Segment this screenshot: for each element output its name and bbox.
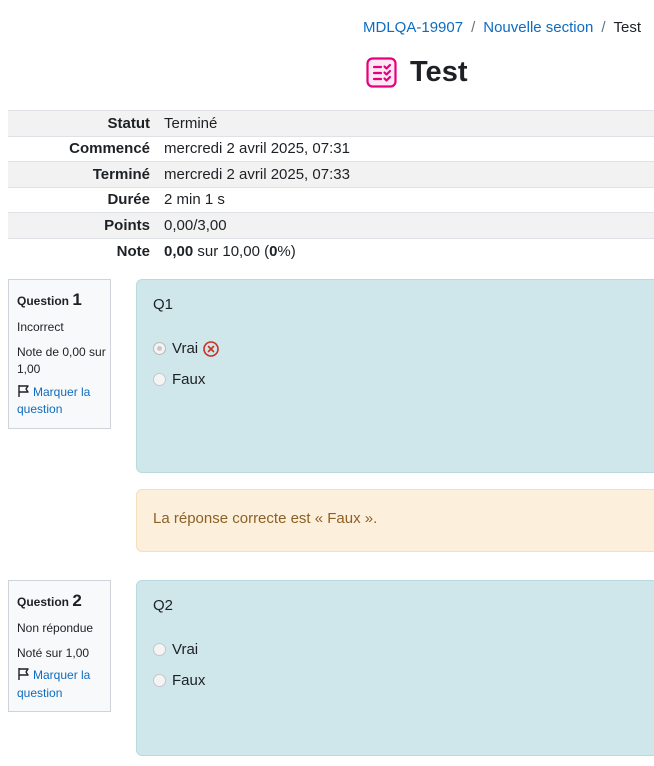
summary-label: Durée <box>8 186 157 213</box>
breadcrumb-course-link[interactable]: MDLQA-19907 <box>363 19 463 36</box>
question-state: Incorrect <box>17 319 64 334</box>
summary-row: Durée 2 min 1 s <box>8 186 654 213</box>
summary-value: 2 min 1 s <box>157 186 654 213</box>
question-number: Question 1 <box>17 288 110 313</box>
question-info-1: Question 1 Incorrect Note de 0,00 sur 1,… <box>8 279 111 429</box>
question-grade: Note de 0,00 sur 1,00 <box>17 345 106 377</box>
summary-row: Commencé mercredi 2 avril 2025, 07:31 <box>8 135 654 162</box>
breadcrumb-separator: / <box>601 19 606 36</box>
summary-value: mercredi 2 avril 2025, 07:31 <box>157 135 654 162</box>
breadcrumb-current: Test <box>613 19 641 36</box>
question-text: Q2 <box>153 597 174 614</box>
summary-label: Points <box>8 212 157 238</box>
question-number-value: 2 <box>72 591 82 610</box>
summary-value: 0,00/3,00 <box>157 212 654 238</box>
breadcrumb-section-link[interactable]: Nouvelle section <box>483 19 593 36</box>
answer-option: Vrai <box>153 339 645 358</box>
answer-label: Vrai <box>172 340 199 357</box>
summary-row: Points 0,00/3,00 <box>8 212 654 238</box>
answer-radio[interactable] <box>153 643 166 656</box>
note-end: %) <box>277 242 296 260</box>
flag-question-link[interactable]: Marquer la question <box>17 667 110 702</box>
incorrect-icon <box>203 340 219 357</box>
page-title: Test <box>410 56 468 88</box>
flag-icon <box>18 384 29 397</box>
summary-note-value: 0,00 sur 10,00 (0%) <box>157 237 654 264</box>
answer-label: Faux <box>172 672 206 689</box>
question-number: Question 2 <box>17 589 110 614</box>
summary-label: Statut <box>8 110 157 136</box>
summary-row: Statut Terminé <box>8 110 654 136</box>
question-grade: Noté sur 1,00 <box>17 646 90 661</box>
answer-radio[interactable] <box>153 342 166 355</box>
summary-label: Terminé <box>8 161 157 187</box>
summary-label: Commencé <box>8 135 157 162</box>
note-score: 0,00 <box>164 242 194 260</box>
answer-option: Faux <box>153 671 645 690</box>
page-header: Test <box>366 56 467 89</box>
quiz-icon <box>366 57 397 88</box>
answer-radio[interactable] <box>153 674 166 687</box>
attempt-summary-table: Statut Terminé Commencé mercredi 2 avril… <box>8 110 654 264</box>
answer-radio[interactable] <box>153 373 166 386</box>
note-middle: sur 10,00 ( <box>193 242 270 260</box>
flag-question-link[interactable]: Marquer la question <box>17 384 110 419</box>
answer-option: Faux <box>153 370 645 389</box>
question-number-value: 1 <box>72 290 82 309</box>
question-formulation-2: Q2 Vrai Faux <box>136 580 654 756</box>
question-label: Question <box>17 294 70 308</box>
flag-icon <box>18 668 29 681</box>
answer-label: Vrai <box>172 641 199 658</box>
question-label: Question <box>17 595 70 609</box>
summary-row: Terminé mercredi 2 avril 2025, 07:33 <box>8 161 654 187</box>
question-feedback: La réponse correcte est « Faux ». <box>136 489 654 552</box>
summary-value: mercredi 2 avril 2025, 07:33 <box>157 161 654 187</box>
summary-row-note: Note 0,00 sur 10,00 (0%) <box>8 237 654 264</box>
summary-label: Note <box>8 237 157 264</box>
question-text: Q1 <box>153 296 174 313</box>
answer-option: Vrai <box>153 640 645 659</box>
question-info-2: Question 2 Non répondue Noté sur 1,00 Ma… <box>8 580 111 712</box>
breadcrumb-separator: / <box>471 19 476 36</box>
summary-value: Terminé <box>157 110 654 136</box>
question-state: Non répondue <box>17 620 94 635</box>
question-formulation-1: Q1 Vrai Faux <box>136 279 654 473</box>
breadcrumb: MDLQA-19907 / Nouvelle section / Test <box>363 19 641 36</box>
answer-label: Faux <box>172 371 206 388</box>
